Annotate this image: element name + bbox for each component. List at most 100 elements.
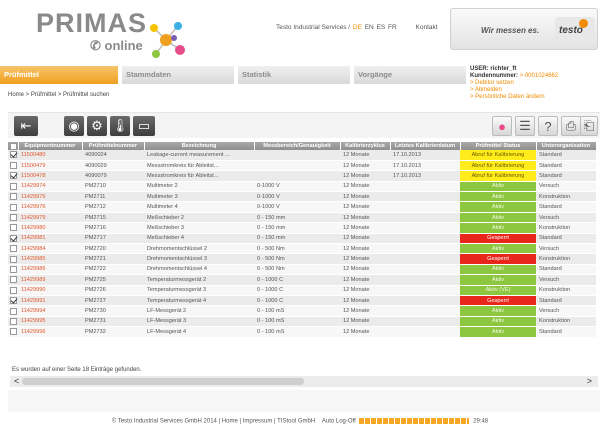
row-select-cell[interactable]	[8, 160, 18, 172]
row-select-cell[interactable]	[8, 264, 18, 276]
table-row[interactable]: 11429986 PM2722 Drehmomentschlüssel 40 - 5…	[8, 264, 596, 276]
table-row[interactable]: 11429975 PM2711 Multimeter 3 0-1000 V 12 Mon…	[8, 191, 596, 203]
link-personal-data[interactable]: > Persönliche Daten ändern	[470, 94, 558, 101]
equipment-number-link[interactable]: 11429991	[18, 295, 82, 307]
equipment-number-link[interactable]: 11429996	[18, 326, 82, 338]
row-checkbox[interactable]	[9, 151, 17, 159]
select-all-header[interactable]	[8, 142, 19, 150]
col-unterorganisation[interactable]: Unterorganisation	[536, 142, 596, 150]
row-select-cell[interactable]	[8, 233, 18, 245]
row-checkbox[interactable]	[9, 172, 17, 180]
row-checkbox[interactable]	[9, 203, 17, 211]
select-all-checkbox[interactable]	[10, 142, 17, 150]
scroll-right-icon[interactable]: >	[587, 376, 592, 387]
contact-link[interactable]: Kontakt	[416, 24, 438, 31]
color-button[interactable]: ●	[492, 116, 512, 136]
row-checkbox[interactable]	[9, 276, 17, 284]
lang-en[interactable]: EN	[365, 24, 374, 31]
col-kalibrierzyklus[interactable]: Kalibrierzyklus	[340, 142, 391, 150]
equipment-number-link[interactable]: 11500479	[18, 160, 82, 172]
scroll-thumb[interactable]	[22, 378, 304, 385]
equipment-number-link[interactable]: 11429980	[18, 222, 82, 234]
table-row[interactable]: 11429980 PM2716 Meßschieber 30 - 150 mm 12 …	[8, 222, 596, 234]
table-row[interactable]: 11429984 PM2720 Drehmomentschlüssel 20 - 5…	[8, 243, 596, 255]
equipment-number-link[interactable]: 11429990	[18, 285, 82, 296]
row-select-cell[interactable]	[8, 191, 18, 203]
col-bezeichnung[interactable]: Bezeichnung	[144, 142, 255, 150]
equipment-number-link[interactable]: 11429981	[18, 233, 82, 245]
col-messbereich[interactable]: Messbereich/Genauigkeit	[254, 142, 341, 150]
table-row[interactable]: 11429996 PM2732 LF-Messgerät 40 - 100 mS 12…	[8, 326, 596, 338]
calibrate-button[interactable]: ▭	[133, 116, 155, 136]
row-select-cell[interactable]	[8, 285, 18, 296]
table-row[interactable]: 11429989 PM2725 Temperaturmessgerät 20 - 1…	[8, 274, 596, 286]
export-button[interactable]: ⎗	[580, 116, 598, 136]
table-row[interactable]: 11429995 PM2731 LF-Messgerät 30 - 100 mS 12…	[8, 316, 596, 328]
lang-es[interactable]: ES	[377, 24, 386, 31]
row-select-cell[interactable]	[8, 295, 18, 307]
footer-impressum-link[interactable]: Impressum	[243, 419, 273, 425]
row-select-cell[interactable]	[8, 212, 18, 224]
col-status[interactable]: Prüfmittel Status	[460, 142, 537, 150]
tab-stammdaten[interactable]: Stammdaten	[122, 66, 236, 84]
table-row[interactable]: 11500479 4090029 Messstromkreis für Ableit…	[8, 160, 596, 172]
row-select-cell[interactable]	[8, 305, 18, 317]
link-logout[interactable]: > Abmelden	[470, 87, 558, 94]
print-button[interactable]: ⎙	[561, 116, 581, 136]
col-kalibrierdatum[interactable]: Letztes Kalibrierdatum	[390, 142, 461, 150]
row-select-cell[interactable]	[8, 181, 18, 193]
equipment-number-link[interactable]: 11429989	[18, 274, 82, 286]
lang-fr[interactable]: FR	[388, 24, 397, 31]
row-select-cell[interactable]	[8, 222, 18, 234]
footer-tistool-link[interactable]: TIStool GmbH	[277, 419, 315, 425]
table-row[interactable]: 11429991 PM2727 Temperaturmessgerät 40 - 1…	[8, 295, 596, 307]
table-row[interactable]: 11429979 PM2715 Meßschieber 20 - 150 mm 12 …	[8, 212, 596, 224]
view-button[interactable]: ◉	[64, 116, 84, 136]
row-checkbox[interactable]	[9, 193, 17, 201]
configure-button[interactable]: ⚙	[87, 116, 107, 136]
company-link[interactable]: Testo Industrial Services /	[276, 24, 350, 31]
row-select-cell[interactable]	[8, 316, 18, 328]
table-row[interactable]: 11429976 PM2712 Multimeter 4 0-1000 V 12 Mon…	[8, 201, 596, 213]
row-checkbox[interactable]	[9, 265, 17, 273]
tab-pruefmittel[interactable]: Prüfmittel	[0, 66, 120, 84]
tab-vorgaenge[interactable]: Vorgänge	[354, 66, 468, 84]
equipment-number-link[interactable]: 11500480	[18, 150, 82, 161]
footer-home-link[interactable]: Home	[222, 419, 238, 425]
tab-statistik[interactable]: Statistik	[238, 66, 352, 84]
horizontal-scrollbar[interactable]: < >	[10, 376, 598, 387]
row-checkbox[interactable]	[9, 245, 17, 253]
row-checkbox[interactable]	[9, 317, 17, 325]
back-button[interactable]: ⇤	[14, 116, 38, 136]
row-checkbox[interactable]	[9, 307, 17, 315]
table-row[interactable]: 11429981 PM2717 Meßschieber 40 - 150 mm 12 …	[8, 233, 596, 245]
primas-logo[interactable]: PRIMAS ✆ online	[36, 10, 185, 58]
col-pruefmittelnummer[interactable]: Prüfmittelnummer	[82, 142, 145, 150]
row-checkbox[interactable]	[9, 286, 17, 294]
row-checkbox[interactable]	[9, 255, 17, 263]
table-row[interactable]: 11429994 PM2730 LF-Messgerät 20 - 100 mS 12…	[8, 305, 596, 317]
equipment-number-link[interactable]: 11429995	[18, 316, 82, 328]
row-checkbox[interactable]	[9, 328, 17, 336]
measure-button[interactable]: 🌡	[110, 116, 130, 136]
list-button[interactable]: ☰	[515, 116, 535, 136]
lang-de[interactable]: DE	[353, 24, 362, 31]
row-select-cell[interactable]	[8, 201, 18, 213]
row-checkbox[interactable]	[9, 297, 17, 305]
row-select-cell[interactable]	[8, 243, 18, 255]
equipment-number-link[interactable]: 11429976	[18, 201, 82, 213]
row-select-cell[interactable]	[8, 326, 18, 338]
breadcrumb[interactable]: Home > Prüfmittel > Prüfmittel suchen	[8, 92, 109, 98]
row-checkbox[interactable]	[9, 234, 17, 242]
equipment-number-link[interactable]: 11429975	[18, 191, 82, 203]
row-select-cell[interactable]	[8, 170, 18, 182]
row-checkbox[interactable]	[9, 224, 17, 232]
equipment-number-link[interactable]: 11429974	[18, 181, 82, 193]
scroll-left-icon[interactable]: <	[14, 376, 19, 387]
link-debitor[interactable]: > Debitor setzen	[470, 80, 558, 87]
equipment-number-link[interactable]: 11500478	[18, 170, 82, 182]
table-row[interactable]: 11429990 PM2726 Temperaturmessgerät 30 - 1…	[8, 285, 596, 296]
row-select-cell[interactable]	[8, 150, 18, 161]
row-select-cell[interactable]	[8, 253, 18, 265]
equipment-number-link[interactable]: 11429979	[18, 212, 82, 224]
